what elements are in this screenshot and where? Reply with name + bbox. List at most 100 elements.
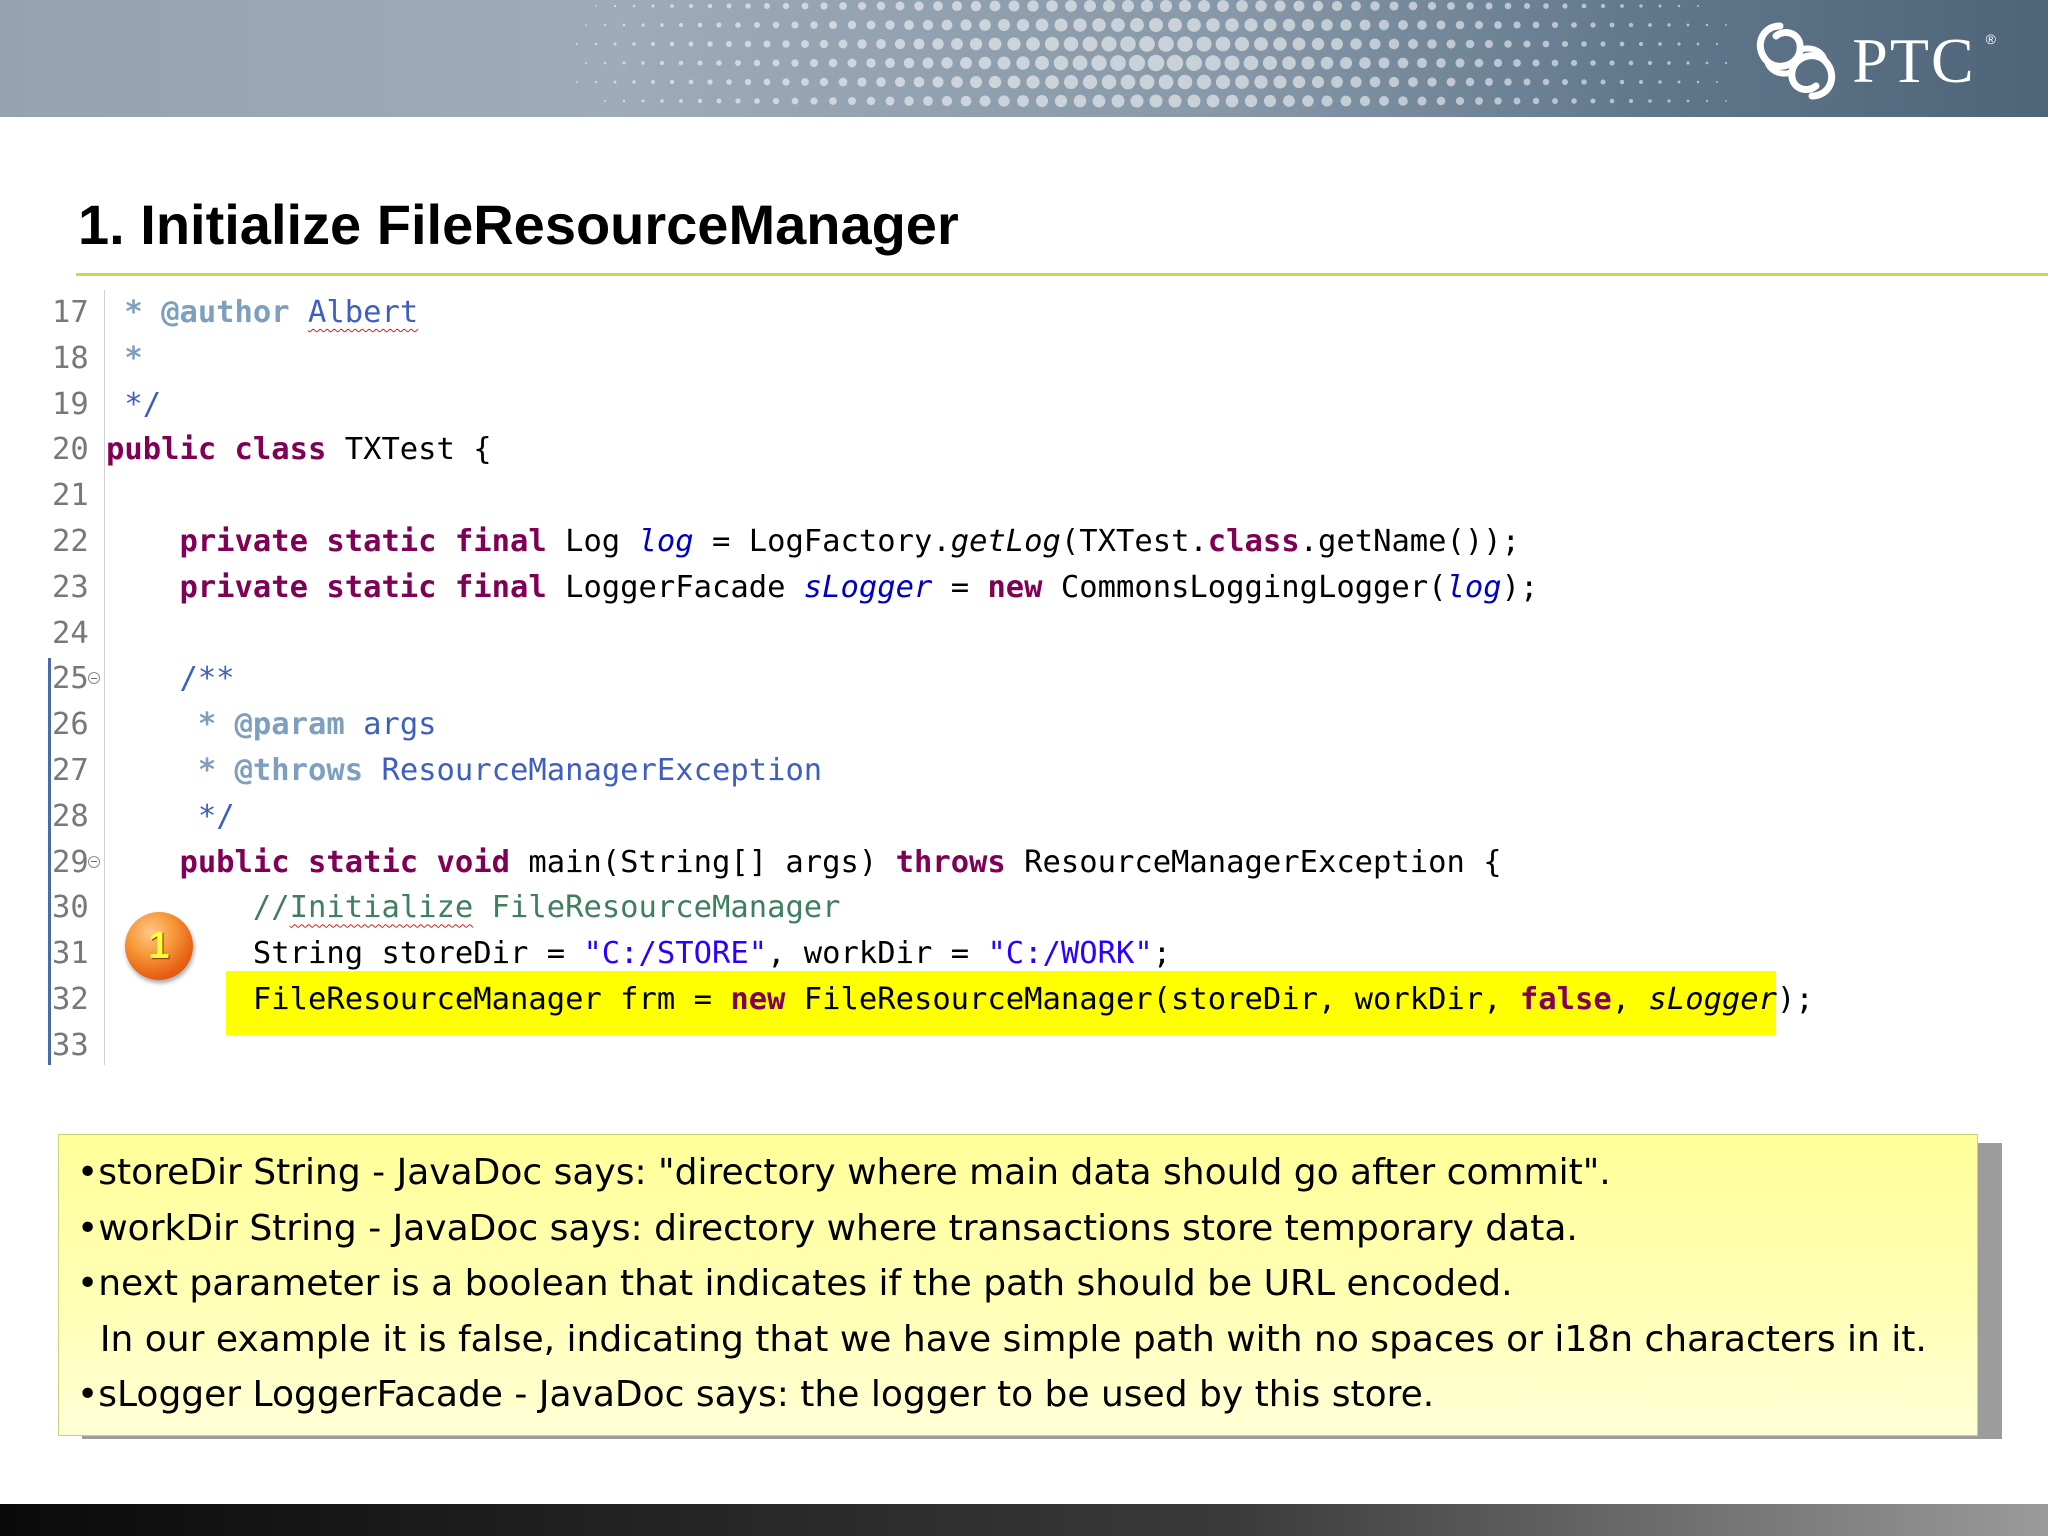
halftone-dot <box>1149 18 1163 32</box>
code-token: new <box>987 569 1061 605</box>
halftone-dot <box>1262 55 1278 71</box>
halftone-dot <box>1196 74 1212 90</box>
halftone-dot <box>1073 18 1087 32</box>
code-token: ResourceManagerException { <box>1024 844 1502 880</box>
halftone-dot <box>1225 94 1239 108</box>
halftone-dot <box>1532 21 1540 29</box>
halftone-dot <box>801 40 809 48</box>
halftone-dot <box>913 76 925 88</box>
halftone-dot <box>1359 57 1371 69</box>
fold-toggle-icon[interactable] <box>88 855 100 868</box>
halftone-dot <box>1532 59 1540 67</box>
code-text: /** <box>106 656 235 702</box>
halftone-dot <box>1340 19 1352 31</box>
code-token: * @param <box>197 707 364 743</box>
code-token: Albert <box>308 295 419 330</box>
note-line: •sLogger LoggerFacade - JavaDoc says: th… <box>77 1374 1435 1416</box>
halftone-dot <box>1628 60 1634 66</box>
halftone-dot <box>1007 37 1021 51</box>
halftone-dot <box>979 19 991 31</box>
code-line: 19 */ <box>44 382 1774 428</box>
halftone-dot <box>904 96 914 106</box>
halftone-dot <box>1436 20 1446 30</box>
code-token: ResourceManagerException <box>381 753 823 788</box>
code-text: * @throws ResourceManagerException <box>106 748 822 794</box>
halftone-dot <box>885 96 895 106</box>
code-text: * @param args <box>106 702 437 748</box>
halftone-dot <box>1639 4 1643 8</box>
halftone-dot <box>1609 98 1615 104</box>
halftone-dot <box>1072 55 1088 71</box>
halftone-dot <box>1282 18 1296 32</box>
halftone-dot <box>1082 74 1098 90</box>
halftone-dot <box>1054 94 1068 108</box>
halftone-dot <box>1130 94 1144 108</box>
code-line: 17 * @author Albert <box>44 290 1774 336</box>
halftone-dot <box>641 61 645 65</box>
code-token: getLog <box>950 524 1061 559</box>
halftone-dot <box>1562 79 1568 85</box>
halftone-dot <box>1504 40 1512 48</box>
halftone-dot <box>659 60 665 66</box>
halftone-dot <box>632 4 636 8</box>
halftone-dot <box>1590 60 1596 66</box>
halftone-dot <box>1301 56 1315 70</box>
halftone-dot <box>1705 23 1709 27</box>
halftone-dot <box>1158 36 1174 52</box>
halftone-dot <box>1638 79 1644 85</box>
halftone-dot <box>1045 75 1059 89</box>
halftone-dot <box>1494 97 1502 105</box>
halftone-dot <box>866 96 876 106</box>
halftone-dot <box>838 39 848 49</box>
code-line: 32 FileResourceManager frm = new FileRes… <box>44 977 1814 1023</box>
halftone-dot <box>1474 20 1484 30</box>
halftone-dot <box>894 76 906 88</box>
halftone-dot <box>1273 75 1287 89</box>
halftone-dot <box>1186 55 1202 71</box>
halftone-dot <box>1696 42 1700 46</box>
halftone-dot <box>1254 75 1268 89</box>
halftone-dot <box>1590 98 1596 104</box>
code-line: 30 //Initialize FileResourceManager <box>44 885 1774 931</box>
halftone-dot <box>838 77 848 87</box>
line-number: 27 <box>52 753 89 788</box>
halftone-dot <box>1677 42 1681 46</box>
code-line: 33 <box>44 1023 1774 1069</box>
halftone-dot <box>951 76 963 88</box>
halftone-dot <box>1177 74 1193 90</box>
halftone-dot <box>1590 22 1596 28</box>
halftone-dot <box>1551 21 1559 29</box>
code-token: false <box>1519 982 1612 1017</box>
code-token: throws <box>895 844 1025 880</box>
note-line: •storeDir String - JavaDoc says: "direct… <box>77 1152 1611 1193</box>
line-number: 21 <box>52 478 89 514</box>
halftone-dot <box>716 60 722 66</box>
footer-bar <box>0 1504 2048 1536</box>
code-token: /** <box>179 661 235 697</box>
code-line: 24 <box>44 611 1774 657</box>
halftone-dot <box>904 20 914 30</box>
halftone-dot <box>839 2 847 10</box>
code-token: */ <box>106 386 162 422</box>
halftone-dot <box>595 5 597 7</box>
halftone-dot <box>1111 94 1125 108</box>
halftone-dot <box>660 23 664 27</box>
halftone-dot <box>782 2 790 10</box>
halftone-dot <box>678 22 684 28</box>
halftone-dot <box>1455 20 1465 30</box>
halftone-dot <box>1647 60 1653 66</box>
code-text: public static void main(String[] args) t… <box>106 840 1502 886</box>
note-line: In our example it is false, indicating t… <box>77 1318 1927 1360</box>
halftone-dot <box>1416 57 1428 69</box>
halftone-dot <box>933 1 943 11</box>
code-token: sLogger <box>803 569 933 605</box>
halftone-dot <box>1600 79 1606 85</box>
halftone-dot <box>782 40 790 48</box>
halftone-dot <box>1007 75 1021 89</box>
code-token: = LogFactory. <box>693 524 951 559</box>
halftone-dot <box>1008 0 1020 12</box>
halftone-dot <box>735 22 741 28</box>
halftone-dot <box>594 42 598 46</box>
halftone-dot <box>1581 79 1587 85</box>
